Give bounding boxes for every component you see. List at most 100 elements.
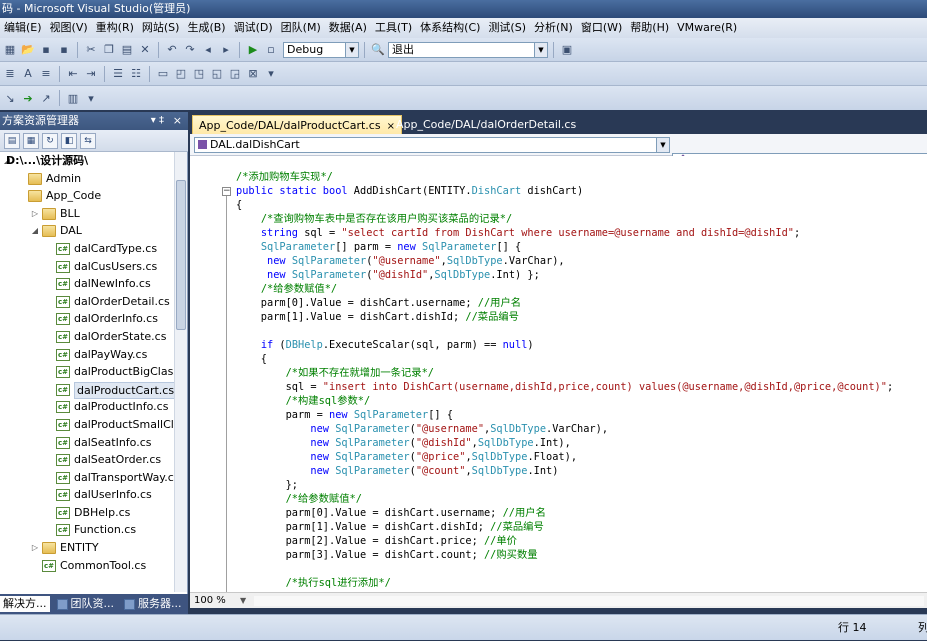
close-icon[interactable]: × — [173, 112, 182, 130]
quick-info-icon[interactable]: ≡ — [38, 66, 54, 82]
solution-explorer-scrollbar[interactable] — [174, 152, 187, 592]
tree-item[interactable]: ▷Admin — [0, 170, 174, 188]
find-in-files-icon[interactable]: 🔍 — [370, 42, 386, 58]
menu-item[interactable]: 团队(M) — [277, 18, 325, 38]
tree-item[interactable]: ◢ D:\...\设计源码\ — [0, 152, 174, 170]
panel-tab[interactable]: 团队资... — [54, 596, 118, 612]
new-project-icon[interactable]: ▦ — [2, 42, 18, 58]
tree-item[interactable]: c# dalCardType.cs — [0, 240, 174, 258]
tree-item[interactable]: c# dalCusUsers.cs — [0, 258, 174, 276]
find-dropdown[interactable]: 退出 ▼ — [388, 41, 548, 58]
tree-item[interactable]: c# dalProductSmallClass.c — [0, 416, 174, 434]
tree-item[interactable]: ▷ ENTITY — [0, 539, 174, 557]
properties-icon[interactable]: ▣ — [559, 42, 575, 58]
class-dropdown[interactable]: DAL.dalDishCart ▼ — [194, 137, 670, 153]
toolbar-options-icon[interactable]: ▾ — [263, 66, 279, 82]
previous-bookmark-icon[interactable]: ◰ — [173, 66, 189, 82]
tree-item[interactable]: c# DBHelp.cs — [0, 504, 174, 522]
chevron-down-icon[interactable]: ▼ — [240, 593, 246, 609]
redo-icon[interactable]: ↷ — [182, 42, 198, 58]
menu-item[interactable]: 分析(N) — [530, 18, 577, 38]
tree-item[interactable]: c# dalOrderState.cs — [0, 328, 174, 346]
pin-icon[interactable]: ▾ ‡ — [151, 112, 164, 130]
menu-item[interactable]: VMware(R) — [673, 18, 741, 38]
tree-item[interactable]: c# Function.cs — [0, 521, 174, 539]
zoom-level[interactable]: 100 % — [194, 593, 226, 609]
tree-item[interactable]: c# dalOrderDetail.cs — [0, 293, 174, 311]
tree-item[interactable]: c# dalPayWay.cs — [0, 346, 174, 364]
tree-item[interactable]: c# dalNewInfo.cs — [0, 275, 174, 293]
next-bookmark-icon[interactable]: ◳ — [191, 66, 207, 82]
previous-bookmark-folder-icon[interactable]: ◱ — [209, 66, 225, 82]
tree-item[interactable]: c# dalUserInfo.cs — [0, 486, 174, 504]
tree-item[interactable]: ▷App_Code — [0, 187, 174, 205]
expand-icon[interactable]: ▷ — [30, 543, 40, 553]
breakpoints-window-icon[interactable]: ▥ — [65, 90, 81, 106]
tree-item[interactable]: c# dalSeatOrder.cs — [0, 451, 174, 469]
member-list-icon[interactable]: ≣ — [2, 66, 18, 82]
tree-item[interactable]: c# dalOrderInfo.cs — [0, 310, 174, 328]
uncomment-lines-icon[interactable]: ☷ — [128, 66, 144, 82]
tab-dalorderdetail[interactable]: App_Code/DAL/dalOrderDetail.cs — [390, 115, 582, 134]
tree-item[interactable]: ◢ DAL — [0, 222, 174, 240]
navigate-forward-icon[interactable]: ▸ — [218, 42, 234, 58]
toolbar-options-icon[interactable]: ▾ — [83, 90, 99, 106]
show-all-files-icon[interactable]: ▦ — [23, 132, 39, 149]
menu-item[interactable]: 体系结构(C) — [416, 18, 484, 38]
undo-icon[interactable]: ↶ — [164, 42, 180, 58]
attach-process-icon[interactable]: ▫ — [263, 42, 279, 58]
code-token: if — [260, 339, 274, 351]
menu-item[interactable]: 数据(A) — [325, 18, 371, 38]
step-over-icon[interactable]: ➔ — [20, 90, 36, 106]
menu-item[interactable]: 编辑(E) — [0, 18, 46, 38]
collapse-region-icon[interactable]: − — [222, 187, 231, 196]
code-editor[interactable]: − /*添加购物车实现*/public static bool AddDishC… — [190, 156, 927, 592]
menu-item[interactable]: 重构(R) — [92, 18, 138, 38]
panel-tab[interactable]: 解决方... — [0, 596, 50, 612]
paste-icon[interactable]: ▤ — [119, 42, 135, 58]
tree-item[interactable]: c# dalProductCart.cs — [0, 381, 174, 399]
collapse-icon[interactable]: ◢ — [30, 226, 40, 236]
navigate-back-icon[interactable]: ◂ — [200, 42, 216, 58]
toggle-bookmark-icon[interactable]: ▭ — [155, 66, 171, 82]
parameter-info-icon[interactable]: A — [20, 66, 36, 82]
tree-item[interactable]: ▷ BLL — [0, 205, 174, 223]
tree-item[interactable]: c# dalSeatInfo.cs — [0, 434, 174, 452]
clear-bookmarks-icon[interactable]: ⊠ — [245, 66, 261, 82]
menu-item[interactable]: 工具(T) — [371, 18, 416, 38]
menu-item[interactable]: 帮助(H) — [626, 18, 673, 38]
decrease-indent-icon[interactable]: ⇤ — [65, 66, 81, 82]
step-into-icon[interactable]: ↘ — [2, 90, 18, 106]
copy-website-icon[interactable]: ⇆ — [80, 132, 96, 149]
copy-icon[interactable]: ❐ — [101, 42, 117, 58]
tree-item[interactable]: c# CommonTool.cs — [0, 557, 174, 575]
view-designer-icon[interactable]: ◧ — [61, 132, 77, 149]
start-debugging-icon[interactable]: ▶ — [245, 42, 261, 58]
menu-item[interactable]: 窗口(W) — [577, 18, 626, 38]
tab-dalproductcart[interactable]: App_Code/DAL/dalProductCart.cs × — [192, 115, 402, 135]
save-all-icon[interactable]: ▪ — [56, 42, 72, 58]
cut-icon[interactable]: ✂ — [83, 42, 99, 58]
expand-icon[interactable]: ▷ — [30, 209, 40, 219]
menu-item[interactable]: 网站(S) — [138, 18, 184, 38]
panel-tab[interactable]: 服务器... — [121, 596, 185, 612]
increase-indent-icon[interactable]: ⇥ — [83, 66, 99, 82]
open-file-icon[interactable]: 📂 — [20, 42, 36, 58]
step-out-icon[interactable]: ↗ — [38, 90, 54, 106]
menu-item[interactable]: 测试(S) — [484, 18, 530, 38]
menu-item[interactable]: 生成(B) — [183, 18, 229, 38]
refresh-icon[interactable]: ↻ — [42, 132, 58, 149]
menu-item[interactable]: 调试(D) — [230, 18, 277, 38]
tree-item[interactable]: c# dalProductBigClass.cs — [0, 363, 174, 381]
next-bookmark-folder-icon[interactable]: ◲ — [227, 66, 243, 82]
comment-lines-icon[interactable]: ☰ — [110, 66, 126, 82]
tree-item[interactable]: c# dalProductInfo.cs — [0, 398, 174, 416]
save-icon[interactable]: ▪ — [38, 42, 54, 58]
properties-icon[interactable]: ▤ — [4, 132, 20, 149]
menu-item[interactable]: 视图(V) — [46, 18, 92, 38]
solution-config-dropdown[interactable]: Debug ▼ — [283, 41, 359, 58]
scrollbar-thumb[interactable] — [176, 180, 186, 330]
editor-horizontal-scrollbar[interactable] — [254, 596, 924, 606]
tree-item[interactable]: c# dalTransportWay.cs — [0, 469, 174, 487]
delete-icon[interactable]: ✕ — [137, 42, 153, 58]
